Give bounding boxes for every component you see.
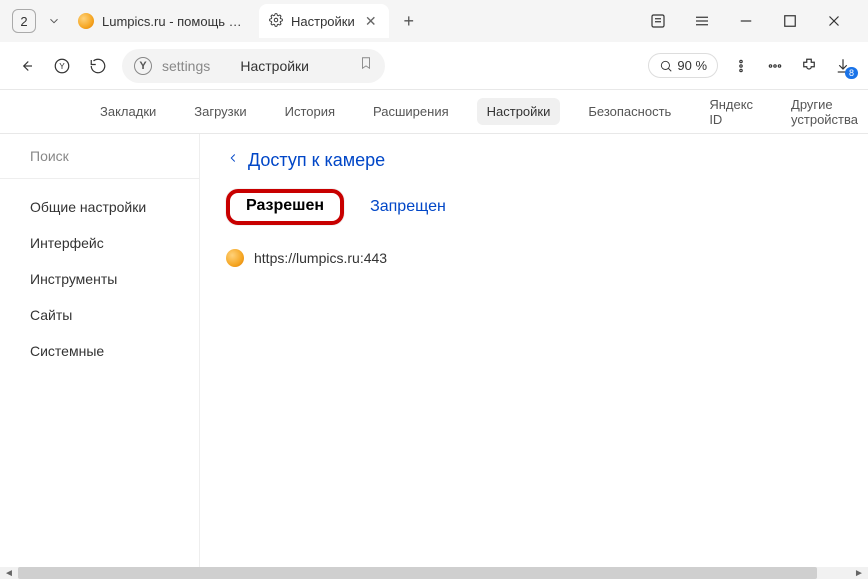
zoom-value: 90 %	[677, 58, 707, 73]
chevron-left-icon	[226, 151, 240, 170]
settings-search[interactable]: Поиск	[0, 148, 199, 179]
site-identity-icon: Y	[134, 57, 152, 75]
subnav-history[interactable]: История	[275, 98, 345, 125]
back-button[interactable]	[14, 54, 38, 78]
window-tab-bar: 2 Lumpics.ru - помощь с ко Настройки ✕ +	[0, 0, 868, 42]
tab-allowed[interactable]: Разрешен	[242, 191, 328, 220]
maximize-button[interactable]	[776, 7, 804, 35]
sidebar-item-tools[interactable]: Инструменты	[0, 261, 199, 297]
subnav-extensions[interactable]: Расширения	[363, 98, 459, 125]
subnav-security[interactable]: Безопасность	[578, 98, 681, 125]
tab-settings[interactable]: Настройки ✕	[259, 4, 389, 38]
site-favicon-icon	[226, 249, 244, 267]
settings-subnav: Закладки Загрузки История Расширения Нас…	[0, 90, 868, 134]
tab-lumpics[interactable]: Lumpics.ru - помощь с ко	[68, 4, 257, 38]
tab-title: Lumpics.ru - помощь с ко	[102, 14, 247, 29]
scroll-thumb[interactable]	[18, 567, 817, 579]
tab-title: Настройки	[291, 14, 355, 29]
svg-text:Y: Y	[59, 62, 65, 71]
breadcrumb-label: Доступ к камере	[248, 150, 385, 171]
page-title-text: Настройки	[240, 58, 309, 74]
annotation-highlight: Разрешен	[226, 189, 344, 225]
subnav-other-devices[interactable]: Другие устройства	[781, 91, 868, 133]
downloads-button[interactable]: 8	[832, 55, 854, 77]
tab-blocked[interactable]: Запрещен	[366, 192, 450, 222]
downloads-badge: 8	[845, 67, 858, 79]
scroll-track[interactable]	[18, 567, 850, 579]
subnav-bookmarks[interactable]: Закладки	[90, 98, 166, 125]
reader-mode-button[interactable]	[644, 7, 672, 35]
sidebar-item-general[interactable]: Общие настройки	[0, 189, 199, 225]
zoom-indicator[interactable]: 90 %	[648, 53, 718, 78]
sidebar-item-interface[interactable]: Интерфейс	[0, 225, 199, 261]
settings-sidebar: Поиск Общие настройки Интерфейс Инструме…	[0, 134, 200, 567]
breadcrumb-camera-access[interactable]: Доступ к камере	[226, 150, 842, 171]
scroll-left-button[interactable]: ◄	[0, 567, 18, 579]
menu-button[interactable]	[688, 7, 716, 35]
subnav-yandex-id[interactable]: Яндекс ID	[699, 91, 763, 133]
close-window-button[interactable]	[820, 7, 848, 35]
tab-count-button[interactable]: 2	[12, 9, 36, 33]
extensions-button[interactable]	[798, 55, 820, 77]
url-text: settings	[162, 58, 210, 74]
new-tab-button[interactable]: +	[395, 7, 423, 35]
yandex-logo-icon[interactable]: Y	[50, 54, 74, 78]
address-bar-row: Y Y settings Настройки 90 % 8	[0, 42, 868, 90]
site-row[interactable]: https://lumpics.ru:443	[226, 249, 842, 267]
address-bar[interactable]: Y settings Настройки	[122, 49, 385, 83]
reload-button[interactable]	[86, 54, 110, 78]
gear-icon	[269, 13, 283, 30]
horizontal-scrollbar[interactable]: ◄ ►	[0, 567, 868, 579]
tabs-dropdown-button[interactable]	[42, 9, 66, 33]
scroll-right-button[interactable]: ►	[850, 567, 868, 579]
permission-tabs: Разрешен Запрещен	[226, 189, 842, 225]
sidebar-item-system[interactable]: Системные	[0, 333, 199, 369]
main-area: Поиск Общие настройки Интерфейс Инструме…	[0, 134, 868, 567]
subnav-settings[interactable]: Настройки	[477, 98, 561, 125]
subnav-downloads[interactable]: Загрузки	[184, 98, 256, 125]
settings-content: Доступ к камере Разрешен Запрещен https:…	[200, 134, 868, 567]
close-tab-button[interactable]: ✕	[363, 13, 379, 29]
lumpics-favicon-icon	[78, 13, 94, 29]
bookmark-icon[interactable]	[359, 56, 373, 75]
site-url: https://lumpics.ru:443	[254, 250, 387, 266]
minimize-button[interactable]	[732, 7, 760, 35]
more-button[interactable]	[764, 57, 786, 75]
sidebar-item-sites[interactable]: Сайты	[0, 297, 199, 333]
page-actions-button[interactable]	[730, 57, 752, 75]
